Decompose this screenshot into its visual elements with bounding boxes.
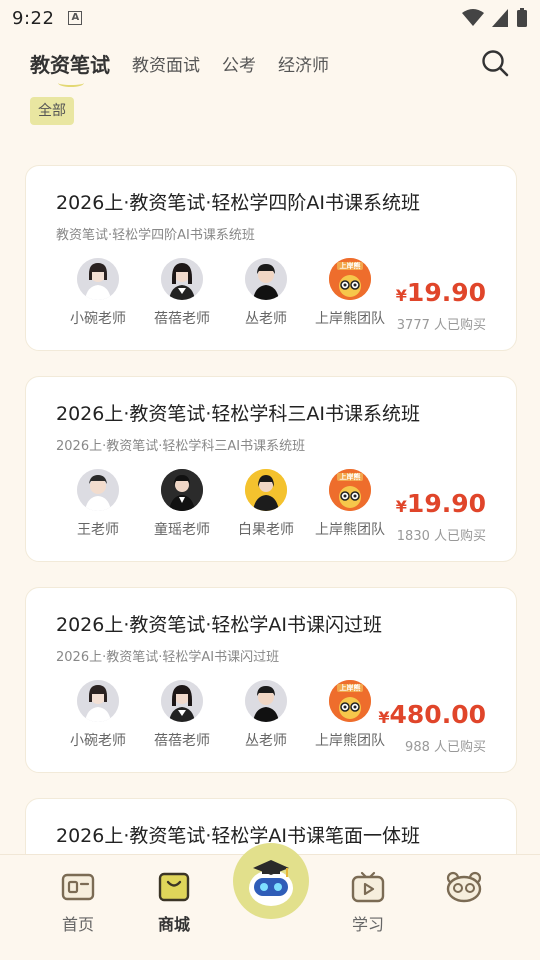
teacher-list: 小碗老师 蓓蓓老师 丛老师 上岸熊 上岸熊团队 — [56, 258, 392, 328]
teacher: 蓓蓓老师 — [140, 258, 224, 328]
teacher: 王老师 — [56, 469, 140, 539]
teacher-name: 白果老师 — [238, 522, 294, 538]
teacher-name: 蓓蓓老师 — [154, 311, 210, 327]
signal-icon — [492, 9, 508, 27]
bear-team-badge: 上岸熊 — [339, 262, 361, 270]
status-a-icon: A — [68, 11, 83, 25]
wifi-icon — [462, 9, 484, 26]
search-icon[interactable] — [480, 48, 510, 78]
filter-chip-all[interactable]: 全部 — [30, 97, 74, 125]
nav-mine[interactable] — [424, 871, 504, 911]
price-value: 19.90 — [406, 278, 486, 307]
bottom-nav: 首页 商城 学习 — [0, 843, 540, 960]
teacher-avatar — [245, 469, 287, 511]
tab-jiaozi-mianshi[interactable]: 教资面试 — [132, 51, 200, 76]
teacher-list: 小碗老师 蓓蓓老师 丛老师 上岸熊 上岸熊团队 — [56, 680, 392, 750]
nav-mall[interactable]: 商城 — [134, 871, 214, 935]
status-bar: 9:22 A — [0, 0, 540, 36]
teacher-name: 上岸熊团队 — [315, 522, 385, 538]
teacher-name: 丛老师 — [245, 733, 287, 749]
price-symbol: ¥ — [395, 286, 407, 305]
teacher: 丛老师 — [224, 258, 308, 328]
price-value: 480.00 — [389, 700, 486, 729]
teacher: 小碗老师 — [56, 680, 140, 750]
nav-study-label: 学习 — [351, 915, 384, 934]
teacher-avatar — [161, 469, 203, 511]
course-price: ¥480.00 — [378, 700, 486, 729]
price-symbol: ¥ — [395, 497, 407, 516]
teacher: 上岸熊 上岸熊团队 — [308, 258, 392, 328]
teacher: 丛老师 — [224, 680, 308, 750]
purchase-count: 3777 人已购买 — [396, 318, 486, 333]
status-icons — [462, 8, 528, 28]
teacher-name: 蓓蓓老师 — [154, 733, 210, 749]
teacher-name: 王老师 — [77, 522, 119, 538]
course-title: 2026上·教资笔试·轻松学四阶AI书课系统班 — [56, 192, 421, 214]
bear-team-logo: 上岸熊 — [329, 258, 371, 300]
teacher-name: 小碗老师 — [70, 733, 126, 749]
course-card[interactable]: 2026上·教资笔试·轻松学科三AI书课系统班 2026上·教资笔试·轻松学科三… — [25, 376, 517, 562]
bear-team-logo: 上岸熊 — [329, 680, 371, 722]
tab-jingjishi[interactable]: 经济师 — [278, 51, 329, 76]
teacher-avatar — [161, 680, 203, 722]
teacher-avatar — [77, 258, 119, 300]
course-subtitle: 2026上·教资笔试·轻松学AI书课闪过班 — [56, 650, 280, 665]
course-price: ¥19.90 — [396, 278, 486, 307]
nav-home-label: 首页 — [61, 915, 94, 934]
bear-team-logo: 上岸熊 — [329, 469, 371, 511]
course-title: 2026上·教资笔试·轻松学AI书课闪过班 — [56, 614, 383, 636]
course-title: 2026上·教资笔试·轻松学AI书课笔面一体班 — [56, 825, 421, 847]
teacher-avatar — [245, 680, 287, 722]
teacher-name: 上岸熊团队 — [315, 311, 385, 327]
status-time: 9:22 — [12, 7, 55, 29]
home-icon — [61, 873, 95, 901]
teacher: 童瑶老师 — [140, 469, 224, 539]
price-value: 19.90 — [406, 489, 486, 518]
course-title: 2026上·教资笔试·轻松学科三AI书课系统班 — [56, 403, 421, 425]
teacher-name: 童瑶老师 — [154, 522, 210, 538]
teacher-avatar — [245, 258, 287, 300]
teacher-avatar — [161, 258, 203, 300]
teacher-avatar — [77, 469, 119, 511]
category-tabs: 教资笔试 教资面试 公考 经济师 — [0, 36, 540, 90]
teacher: 蓓蓓老师 — [140, 680, 224, 750]
course-price: ¥19.90 — [396, 489, 486, 518]
course-card[interactable]: 2026上·教资笔试·轻松学四阶AI书课系统班 教资笔试·轻松学四阶AI书课系统… — [25, 165, 517, 351]
teacher-name: 丛老师 — [245, 311, 287, 327]
nav-mall-label: 商城 — [157, 915, 190, 934]
tab-jiaozi-bishi[interactable]: 教资笔试 — [30, 49, 110, 87]
teacher-avatar — [77, 680, 119, 722]
teacher: 白果老师 — [224, 469, 308, 539]
bear-team-badge: 上岸熊 — [339, 684, 361, 692]
price-symbol: ¥ — [378, 708, 390, 727]
teacher-name: 小碗老师 — [70, 311, 126, 327]
purchase-count: 988 人已购买 — [405, 740, 486, 755]
course-card[interactable]: 2026上·教资笔试·轻松学AI书课闪过班 2026上·教资笔试·轻松学AI书课… — [25, 587, 517, 773]
shopping-bag-icon — [158, 872, 190, 902]
teacher-list: 王老师 童瑶老师 白果老师 上岸熊 上岸熊团队 — [56, 469, 392, 539]
teacher: 上岸熊 上岸熊团队 — [308, 469, 392, 539]
robot-mascot-icon — [249, 860, 293, 906]
ai-assistant-button[interactable] — [233, 843, 309, 919]
bear-team-badge: 上岸熊 — [339, 473, 361, 481]
course-subtitle: 教资笔试·轻松学四阶AI书课系统班 — [56, 228, 255, 243]
course-subtitle: 2026上·教资笔试·轻松学科三AI书课系统班 — [56, 439, 306, 454]
tv-icon — [351, 871, 385, 903]
nav-study[interactable]: 学习 — [328, 871, 408, 935]
battery-icon — [517, 8, 527, 27]
nav-home[interactable]: 首页 — [38, 871, 118, 935]
teacher: 小碗老师 — [56, 258, 140, 328]
bear-profile-icon — [446, 871, 482, 903]
tab-gongkao[interactable]: 公考 — [222, 51, 256, 76]
teacher-name: 上岸熊团队 — [315, 733, 385, 749]
purchase-count: 1830 人已购买 — [396, 529, 486, 544]
